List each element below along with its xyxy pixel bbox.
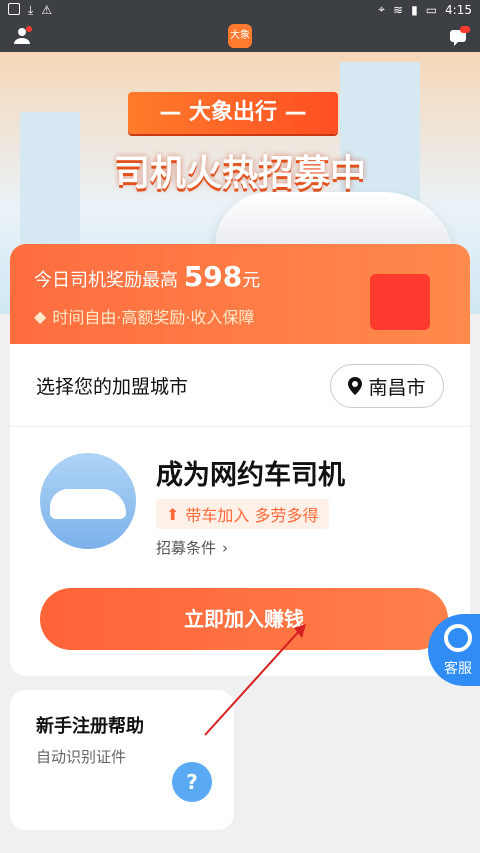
- driver-title: 成为网约车司机: [156, 460, 345, 491]
- app-logo: 大象: [228, 24, 252, 48]
- wifi-icon: ≋: [393, 2, 404, 17]
- clock: 4:15: [445, 2, 472, 17]
- recruit-conditions-link[interactable]: 招募条件 ›: [156, 537, 228, 558]
- join-earn-button[interactable]: 立即加入赚钱: [40, 588, 448, 650]
- up-arrow-icon: ⬆: [166, 504, 180, 524]
- download-icon: ⤓: [28, 3, 34, 17]
- driver-car-image: [40, 453, 136, 549]
- reward-unit: 元: [242, 270, 261, 291]
- message-icon[interactable]: [448, 26, 470, 48]
- status-bar: ⤓ ⚠ ⌖ ≋ ▮ ▭ 4:15: [0, 0, 480, 20]
- chevron-right-icon: ›: [222, 538, 229, 557]
- reward-features-text: 时间自由·高额奖励·收入保障: [52, 308, 255, 327]
- app-bar: 大象: [0, 20, 480, 52]
- location-icon: ⌖: [378, 2, 386, 16]
- reward-text: 今日司机奖励最高 598元: [34, 260, 260, 293]
- customer-service-label: 客服: [444, 661, 472, 677]
- headset-icon: [444, 624, 472, 652]
- driver-tag: ⬆ 带车加入 多劳多得: [156, 499, 329, 529]
- recruit-conditions-label: 招募条件: [156, 539, 217, 557]
- battery-icon: ▭: [425, 2, 438, 17]
- location-pin-icon: [348, 377, 363, 395]
- main-card: 今日司机奖励最高 598元 ◆ 时间自由·高额奖励·收入保障 选择您的加盟城市 …: [10, 244, 470, 676]
- city-label: 选择您的加盟城市: [36, 376, 189, 398]
- city-select-row: 选择您的加盟城市 南昌市: [10, 344, 470, 427]
- city-select-button[interactable]: 南昌市: [330, 364, 444, 408]
- gift-box-icon: [370, 274, 430, 330]
- help-card[interactable]: 新手注册帮助 自动识别证件 ?: [10, 690, 234, 830]
- driver-tag-text: 带车加入 多劳多得: [185, 506, 319, 525]
- banner-slogan: 司机火热招募中: [113, 153, 366, 194]
- reward-prefix: 今日司机奖励最高: [34, 270, 178, 291]
- car-icon: [50, 489, 126, 519]
- signal-icon: ▮: [411, 2, 418, 17]
- reward-section: 今日司机奖励最高 598元 ◆ 时间自由·高额奖励·收入保障: [10, 244, 470, 344]
- help-subtitle: 自动识别证件: [36, 748, 127, 766]
- city-value: 南昌市: [368, 376, 426, 399]
- user-icon[interactable]: [12, 26, 32, 46]
- driver-section: 成为网约车司机 ⬆ 带车加入 多劳多得 招募条件 ›: [10, 427, 470, 577]
- brand-ribbon: — 大象出行 —: [128, 92, 338, 134]
- help-title: 新手注册帮助: [36, 716, 144, 737]
- warning-icon: ⚠: [41, 3, 53, 17]
- question-icon: ?: [172, 762, 212, 802]
- reward-amount: 598: [183, 260, 243, 293]
- reward-features: ◆ 时间自由·高额奖励·收入保障: [34, 304, 255, 328]
- diamond-icon: ◆: [34, 306, 47, 326]
- notification-icon: [8, 3, 20, 15]
